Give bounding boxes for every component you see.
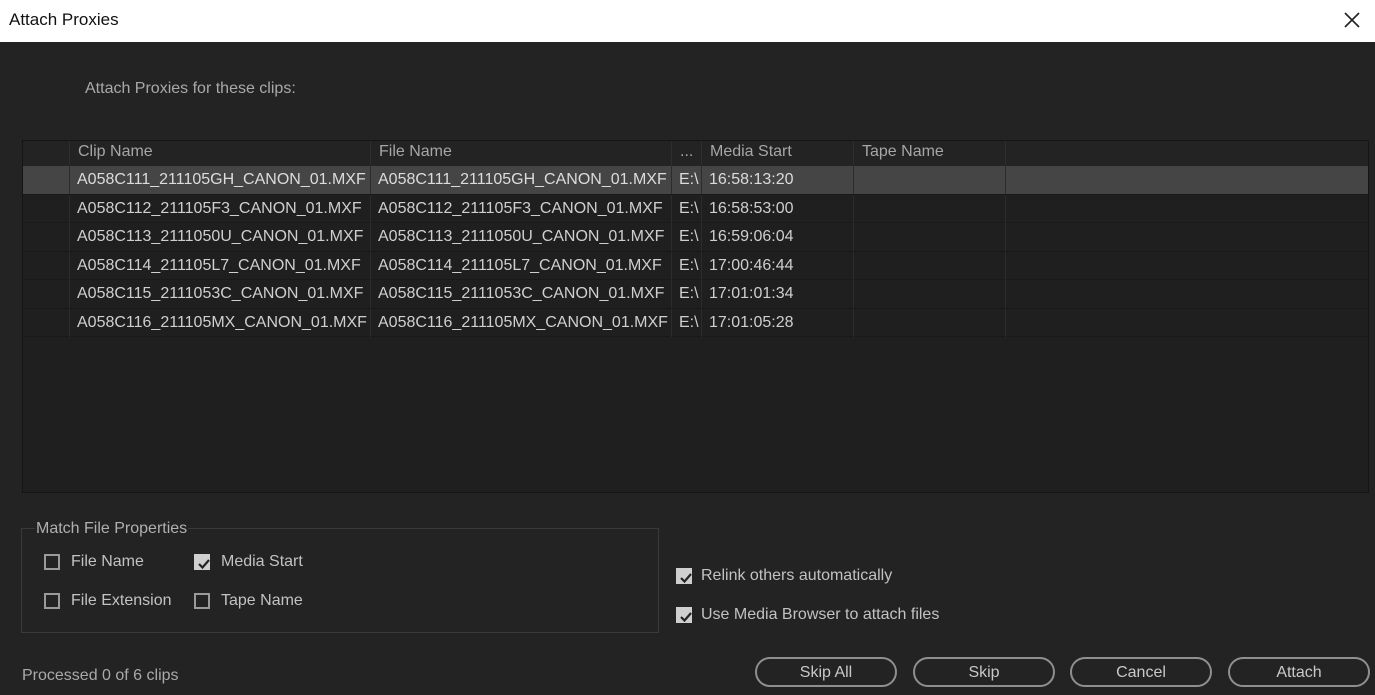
media-start-checkbox-label: Media Start — [221, 553, 303, 570]
clip-name-cell: A058C114_211105L7_CANON_01.MXF — [69, 251, 370, 280]
tape-name-cell — [853, 251, 1005, 280]
match-file-properties-label: Match File Properties — [35, 520, 189, 538]
table-row[interactable]: A058C116_211105MX_CANON_01.MXF A058C116_… — [23, 308, 1368, 337]
filler-cell — [1005, 194, 1368, 223]
title-bar: Attach Proxies — [0, 0, 1375, 42]
table-row[interactable]: A058C115_2111053C_CANON_01.MXF A058C115_… — [23, 280, 1368, 309]
clip-name-cell: A058C111_211105GH_CANON_01.MXF — [69, 166, 370, 194]
filler-cell — [1005, 223, 1368, 251]
tape-name-cell — [853, 223, 1005, 251]
file-name-cell: A058C111_211105GH_CANON_01.MXF — [370, 166, 671, 194]
file-name-checkbox-label: File Name — [71, 553, 144, 570]
clips-table: Clip Name File Name ... Media Start Tape… — [22, 140, 1369, 493]
tape-name-cell — [853, 166, 1005, 194]
column-header-filler — [1005, 141, 1368, 166]
column-header-file-name[interactable]: File Name — [370, 141, 671, 166]
table-row[interactable]: A058C113_2111050U_CANON_01.MXF A058C113_… — [23, 223, 1368, 252]
close-button[interactable] — [1329, 0, 1375, 42]
column-header-tape-name[interactable]: Tape Name — [853, 141, 1005, 166]
path-cell: E:\ — [671, 194, 701, 223]
media-start-cell: 17:01:01:34 — [701, 280, 853, 308]
clip-name-cell: A058C115_2111053C_CANON_01.MXF — [69, 280, 370, 308]
path-cell: E:\ — [671, 251, 701, 280]
row-select-cell[interactable] — [23, 223, 69, 251]
clip-name-cell: A058C116_211105MX_CANON_01.MXF — [69, 308, 370, 337]
path-cell: E:\ — [671, 166, 701, 194]
tape-name-cell — [853, 280, 1005, 308]
filler-cell — [1005, 251, 1368, 280]
column-header-clip-name[interactable]: Clip Name — [69, 141, 370, 166]
table-body: A058C111_211105GH_CANON_01.MXF A058C111_… — [23, 166, 1368, 337]
filler-cell — [1005, 280, 1368, 308]
file-name-cell: A058C112_211105F3_CANON_01.MXF — [370, 194, 671, 223]
table-row[interactable]: A058C111_211105GH_CANON_01.MXF A058C111_… — [23, 166, 1368, 195]
row-select-cell[interactable] — [23, 195, 69, 223]
row-select-cell[interactable] — [23, 252, 69, 280]
window-title: Attach Proxies — [9, 10, 119, 29]
relink-others-checkbox-label: Relink others automatically — [701, 567, 893, 584]
checkmark-icon — [198, 559, 210, 570]
media-start-cell: 17:00:46:44 — [701, 251, 853, 280]
filler-cell — [1005, 166, 1368, 194]
filler-cell — [1005, 308, 1368, 337]
file-name-cell: A058C114_211105L7_CANON_01.MXF — [370, 251, 671, 280]
row-select-cell[interactable] — [23, 309, 69, 337]
file-extension-checkbox-box[interactable] — [44, 593, 60, 609]
tape-name-checkbox-label: Tape Name — [221, 592, 303, 609]
path-cell: E:\ — [671, 308, 701, 337]
file-name-cell: A058C116_211105MX_CANON_01.MXF — [370, 308, 671, 337]
media-start-cell: 16:58:53:00 — [701, 194, 853, 223]
use-media-browser-checkbox-label: Use Media Browser to attach files — [701, 606, 940, 623]
file-name-checkbox-box[interactable] — [44, 554, 60, 570]
table-row[interactable]: A058C112_211105F3_CANON_01.MXF A058C112_… — [23, 194, 1368, 223]
tape-name-checkbox-box[interactable] — [194, 593, 210, 609]
clip-name-cell: A058C113_2111050U_CANON_01.MXF — [69, 223, 370, 251]
match-file-properties-group — [21, 528, 659, 633]
intro-text: Attach Proxies for these clips: — [85, 80, 296, 97]
skip-all-button[interactable]: Skip All — [755, 657, 897, 687]
cancel-button[interactable]: Cancel — [1070, 657, 1212, 687]
row-select-cell[interactable] — [23, 166, 69, 194]
checkmark-icon — [680, 612, 692, 623]
close-icon — [1344, 12, 1360, 28]
tape-name-cell — [853, 194, 1005, 223]
attach-button[interactable]: Attach — [1228, 657, 1370, 687]
status-text: Processed 0 of 6 clips — [22, 667, 179, 684]
column-header-select — [23, 141, 69, 166]
media-start-checkbox-box[interactable] — [194, 554, 210, 570]
use-media-browser-checkbox-box[interactable] — [676, 607, 692, 623]
path-cell: E:\ — [671, 223, 701, 251]
clip-name-cell: A058C112_211105F3_CANON_01.MXF — [69, 194, 370, 223]
file-extension-checkbox-label: File Extension — [71, 592, 172, 609]
column-header-media-start[interactable]: Media Start — [701, 141, 853, 166]
media-start-cell: 16:58:13:20 — [701, 166, 853, 194]
checkmark-icon — [680, 573, 692, 584]
table-row[interactable]: A058C114_211105L7_CANON_01.MXF A058C114_… — [23, 251, 1368, 280]
media-start-cell: 16:59:06:04 — [701, 223, 853, 251]
table-header: Clip Name File Name ... Media Start Tape… — [23, 141, 1368, 166]
column-header-path[interactable]: ... — [671, 141, 701, 166]
skip-button[interactable]: Skip — [913, 657, 1055, 687]
file-name-cell: A058C113_2111050U_CANON_01.MXF — [370, 223, 671, 251]
path-cell: E:\ — [671, 280, 701, 308]
file-name-cell: A058C115_2111053C_CANON_01.MXF — [370, 280, 671, 308]
row-select-cell[interactable] — [23, 280, 69, 308]
tape-name-cell — [853, 308, 1005, 337]
relink-others-checkbox-box[interactable] — [676, 568, 692, 584]
media-start-cell: 17:01:05:28 — [701, 308, 853, 337]
